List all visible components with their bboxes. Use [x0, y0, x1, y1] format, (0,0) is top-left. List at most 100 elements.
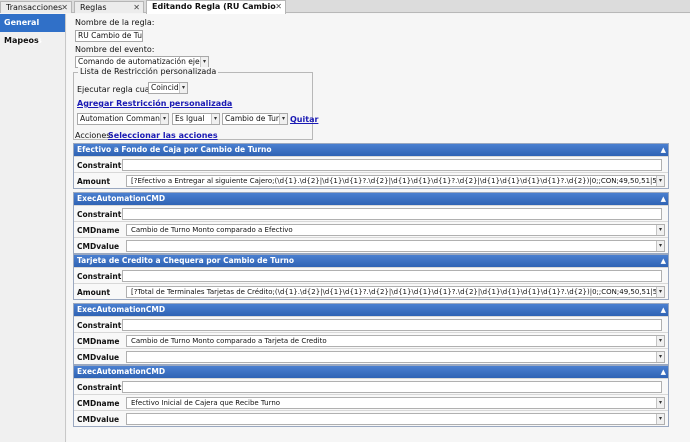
execute-when-select[interactable]: Coincide ▾ [148, 82, 188, 94]
constraint-label: Constraint: [77, 272, 125, 281]
constraint-label: Constraint: [77, 210, 125, 219]
amount-value: [?Efectivo a Entregar al siguiente Cajer… [131, 177, 664, 185]
action-panel: ExecAutomationCMD ▲ Constraint: CMDname … [73, 192, 669, 254]
cmdname-value: Efectivo Inicial de Cajera que Recibe Tu… [131, 399, 281, 407]
cmdname-value: Cambio de Turno Monto comparado a Efecti… [131, 226, 293, 234]
remove-restriction-link[interactable]: Quitar [290, 115, 318, 124]
constraint-row: Constraint: [74, 378, 668, 394]
chevron-down-icon: ▾ [279, 114, 287, 124]
close-icon[interactable]: ✕ [275, 1, 282, 12]
action-panel: ExecAutomationCMD ▲ Constraint: CMDname … [73, 303, 669, 365]
constraint-input[interactable] [122, 319, 662, 331]
constraint-input[interactable] [122, 208, 662, 220]
constraint-label: Constraint: [77, 161, 125, 170]
cmdname-select[interactable]: Cambio de Turno Monto comparado a Tarjet… [126, 335, 665, 347]
chevron-down-icon: ▾ [656, 176, 664, 186]
restriction-operator-select[interactable]: Es Igual ▾ [172, 113, 220, 125]
action-panel: ExecAutomationCMD ▲ Constraint: CMDname … [73, 365, 669, 427]
restriction-field-select[interactable]: Automation Command Name ▾ [77, 113, 169, 125]
cmdvalue-row: CMDvalue ▾ [74, 348, 668, 364]
cmdvalue-select[interactable]: ▾ [126, 413, 665, 425]
close-icon[interactable]: ✕ [61, 2, 68, 13]
cmdvalue-label: CMDvalue [77, 415, 120, 424]
cmdname-label: CMDname [77, 337, 120, 346]
cmdname-row: CMDname Cambio de Turno Monto comparado … [74, 221, 668, 237]
collapse-icon[interactable]: ▲ [661, 255, 666, 267]
amount-value: [?Total de Terminales Tarjetas de Crédit… [131, 288, 664, 296]
cmdname-select[interactable]: Cambio de Turno Monto comparado a Efecti… [126, 224, 665, 236]
constraint-row: Constraint: [74, 316, 668, 332]
action-panel-header[interactable]: ExecAutomationCMD ▲ [74, 366, 668, 378]
amount-label: Amount [77, 288, 111, 297]
cmdname-select[interactable]: Efectivo Inicial de Cajera que Recibe Tu… [126, 397, 665, 409]
action-panel-header[interactable]: Tarjeta de Credito a Chequera por Cambio… [74, 255, 668, 267]
collapse-icon[interactable]: ▲ [661, 193, 666, 205]
constraint-row: Constraint: [74, 156, 668, 172]
tab-label: Transacciones [6, 3, 63, 12]
cmdvalue-row: CMDvalue ▾ [74, 237, 668, 253]
chevron-down-icon: ▾ [211, 114, 219, 124]
chevron-down-icon: ▾ [160, 114, 168, 124]
restriction-field-value: Automation Command Name [80, 114, 168, 123]
collapse-icon[interactable]: ▲ [661, 366, 666, 378]
event-name-value: Comando de automatización ejecutado [78, 57, 208, 66]
event-name-label: Nombre del evento: [75, 45, 155, 54]
chevron-down-icon: ▾ [656, 225, 664, 235]
cmdvalue-label: CMDvalue [77, 353, 120, 362]
action-panel-header[interactable]: ExecAutomationCMD ▲ [74, 193, 668, 205]
constraint-input[interactable] [122, 159, 662, 171]
restriction-value-select[interactable]: Cambio de Turno ▾ [222, 113, 288, 125]
chevron-down-icon: ▾ [656, 352, 664, 362]
action-panel-title: ExecAutomationCMD [77, 305, 166, 314]
constraint-label: Constraint: [77, 383, 125, 392]
collapse-icon[interactable]: ▲ [661, 144, 666, 156]
action-panel-title: Tarjeta de Credito a Chequera por Cambio… [77, 256, 295, 265]
cmdvalue-row: CMDvalue ▾ [74, 410, 668, 426]
constraint-row: Constraint: [74, 205, 668, 221]
action-panel-title: ExecAutomationCMD [77, 367, 166, 376]
cmdvalue-select[interactable]: ▾ [126, 240, 665, 252]
chevron-down-icon: ▾ [179, 83, 187, 93]
constraint-label: Constraint: [77, 321, 125, 330]
action-panel-header[interactable]: ExecAutomationCMD ▲ [74, 304, 668, 316]
amount-select[interactable]: [?Total de Terminales Tarjetas de Crédit… [126, 286, 665, 298]
rule-editor: Nombre de la regla: RU Cambio de Turno N… [67, 14, 690, 442]
tab-editando-regla[interactable]: Editando Regla (RU Cambio de Turno) ✕ [146, 0, 286, 22]
amount-row: Amount [?Total de Terminales Tarjetas de… [74, 283, 668, 299]
constraint-input[interactable] [122, 270, 662, 282]
restriction-group-title: Lista de Restricción personalizada [78, 67, 219, 76]
action-panel-header[interactable]: Efectivo a Fondo de Caja por Cambio de T… [74, 144, 668, 156]
constraint-input[interactable] [122, 381, 662, 393]
action-panel: Tarjeta de Credito a Chequera por Cambio… [73, 254, 669, 300]
select-actions-link[interactable]: Seleccionar las acciones [108, 131, 218, 140]
rule-name-label: Nombre de la regla: [75, 18, 155, 27]
action-panel-title: Efectivo a Fondo de Caja por Cambio de T… [77, 145, 272, 154]
action-panel: Efectivo a Fondo de Caja por Cambio de T… [73, 143, 669, 189]
amount-row: Amount [?Efectivo a Entregar al siguient… [74, 172, 668, 188]
amount-label: Amount [77, 177, 111, 186]
action-panel-title: ExecAutomationCMD [77, 194, 166, 203]
cmdvalue-label: CMDvalue [77, 242, 120, 251]
close-icon[interactable]: ✕ [133, 2, 140, 13]
cmdname-label: CMDname [77, 226, 120, 235]
sidebar-item-mapeos[interactable]: Mapeos [0, 32, 65, 50]
restriction-operator-value: Es Igual [175, 114, 205, 123]
chevron-down-icon: ▾ [200, 57, 208, 67]
cmdname-label: CMDname [77, 399, 120, 408]
tab-reglas[interactable]: Reglas ✕ [74, 1, 144, 13]
rule-name-input[interactable]: RU Cambio de Turno [75, 30, 143, 42]
add-restriction-link[interactable]: Agregar Restricción personalizada [77, 99, 232, 108]
amount-select[interactable]: [?Efectivo a Entregar al siguiente Cajer… [126, 175, 665, 187]
restriction-group: Lista de Restricción personalizada Ejecu… [73, 67, 318, 140]
chevron-down-icon: ▾ [656, 414, 664, 424]
cmdname-row: CMDname Efectivo Inicial de Cajera que R… [74, 394, 668, 410]
chevron-down-icon: ▾ [656, 336, 664, 346]
tab-bar: Transacciones ✕ Reglas ✕ Editando Regla … [0, 0, 690, 22]
constraint-row: Constraint: [74, 267, 668, 283]
collapse-icon[interactable]: ▲ [661, 304, 666, 316]
chevron-down-icon: ▾ [656, 287, 664, 297]
tab-transacciones[interactable]: Transacciones ✕ [0, 1, 72, 13]
tab-label: Reglas [80, 3, 107, 12]
sidebar-item-general-settings[interactable]: General Settings [0, 14, 65, 45]
cmdvalue-select[interactable]: ▾ [126, 351, 665, 363]
